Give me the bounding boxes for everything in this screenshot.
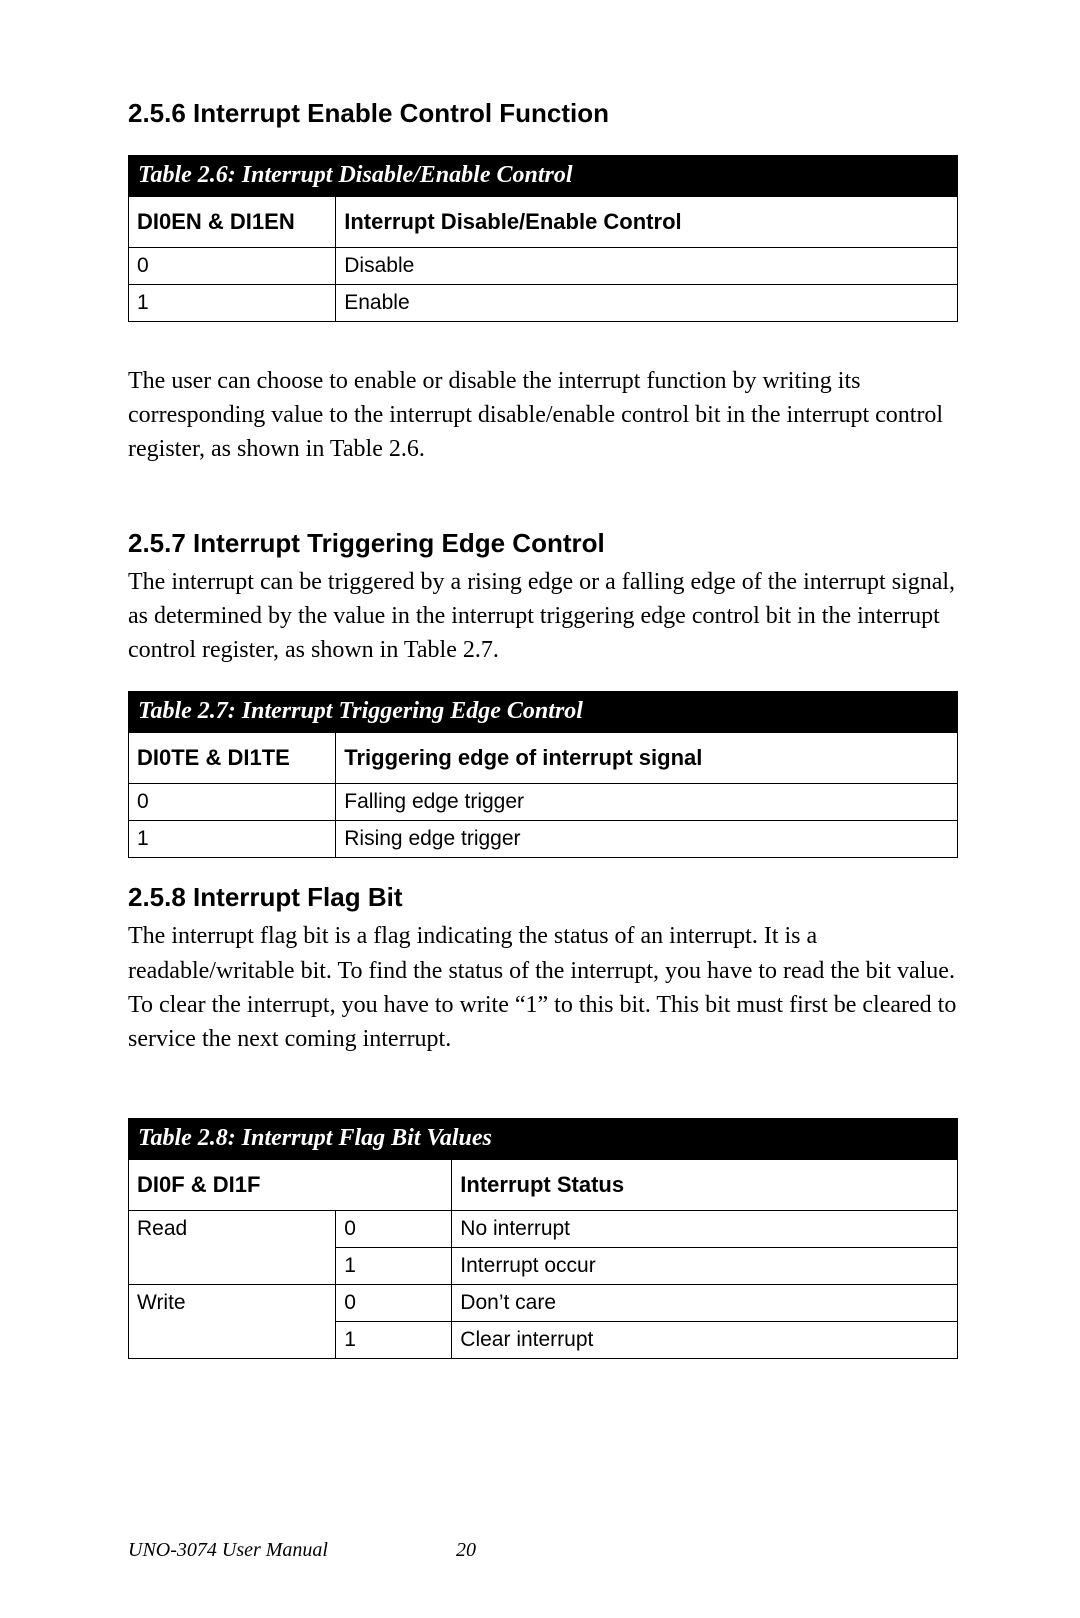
table-cell (129, 1321, 336, 1358)
table-cell: 0 (336, 1210, 452, 1247)
table-cell: 1 (129, 821, 336, 858)
table-row: 1 Interrupt occur (129, 1247, 958, 1284)
body-text-257: The interrupt can be triggered by a risi… (128, 565, 958, 667)
table-cell: 1 (129, 285, 336, 322)
heading-256: 2.5.6 Interrupt Enable Control Function (128, 98, 958, 129)
table-header: Interrupt Disable/Enable Control (336, 197, 958, 248)
table-cell: Enable (336, 285, 958, 322)
table-cell: 0 (129, 784, 336, 821)
table-caption-27: Table 2.7: Interrupt Triggering Edge Con… (128, 691, 958, 732)
table-row: DI0TE & DI1TE Triggering edge of interru… (129, 733, 958, 784)
table-header: DI0EN & DI1EN (129, 197, 336, 248)
page-footer: UNO-3074 User Manual 20 (128, 1539, 958, 1562)
table-row: DI0F & DI1F Interrupt Status (129, 1159, 958, 1210)
table-cell: Disable (336, 248, 958, 285)
footer-page-number: 20 (456, 1539, 476, 1562)
footer-title: UNO-3074 User Manual (128, 1539, 328, 1562)
body-text-258: The interrupt flag bit is a flag indicat… (128, 919, 958, 1055)
body-text-256: The user can choose to enable or disable… (128, 364, 958, 466)
table-row: 0 Disable (129, 248, 958, 285)
table-row: Read 0 No interrupt (129, 1210, 958, 1247)
table-row: 1 Rising edge trigger (129, 821, 958, 858)
table-caption-26: Table 2.6: Interrupt Disable/Enable Cont… (128, 155, 958, 196)
table-cell: Falling edge trigger (336, 784, 958, 821)
table-header: Triggering edge of interrupt signal (336, 733, 958, 784)
table-header: DI0F & DI1F (129, 1159, 452, 1210)
heading-258: 2.5.8 Interrupt Flag Bit (128, 882, 958, 913)
table-row: 1 Enable (129, 285, 958, 322)
table-cell: 1 (336, 1321, 452, 1358)
table-row: 0 Falling edge trigger (129, 784, 958, 821)
table-cell: 1 (336, 1247, 452, 1284)
table-cell: Don’t care (452, 1284, 958, 1321)
table-cell: 0 (129, 248, 336, 285)
table-26: DI0EN & DI1EN Interrupt Disable/Enable C… (128, 196, 958, 322)
table-cell: Clear interrupt (452, 1321, 958, 1358)
table-28: DI0F & DI1F Interrupt Status Read 0 No i… (128, 1159, 958, 1359)
table-27: DI0TE & DI1TE Triggering edge of interru… (128, 732, 958, 858)
table-header: DI0TE & DI1TE (129, 733, 336, 784)
table-cell (129, 1247, 336, 1284)
table-header: Interrupt Status (452, 1159, 958, 1210)
table-cell: Write (129, 1284, 336, 1321)
table-cell: Read (129, 1210, 336, 1247)
heading-257: 2.5.7 Interrupt Triggering Edge Control (128, 528, 958, 559)
table-cell: 0 (336, 1284, 452, 1321)
table-row: 1 Clear interrupt (129, 1321, 958, 1358)
table-cell: No interrupt (452, 1210, 958, 1247)
table-cell: Interrupt occur (452, 1247, 958, 1284)
table-row: DI0EN & DI1EN Interrupt Disable/Enable C… (129, 197, 958, 248)
table-caption-28: Table 2.8: Interrupt Flag Bit Values (128, 1118, 958, 1159)
table-row: Write 0 Don’t care (129, 1284, 958, 1321)
table-cell: Rising edge trigger (336, 821, 958, 858)
